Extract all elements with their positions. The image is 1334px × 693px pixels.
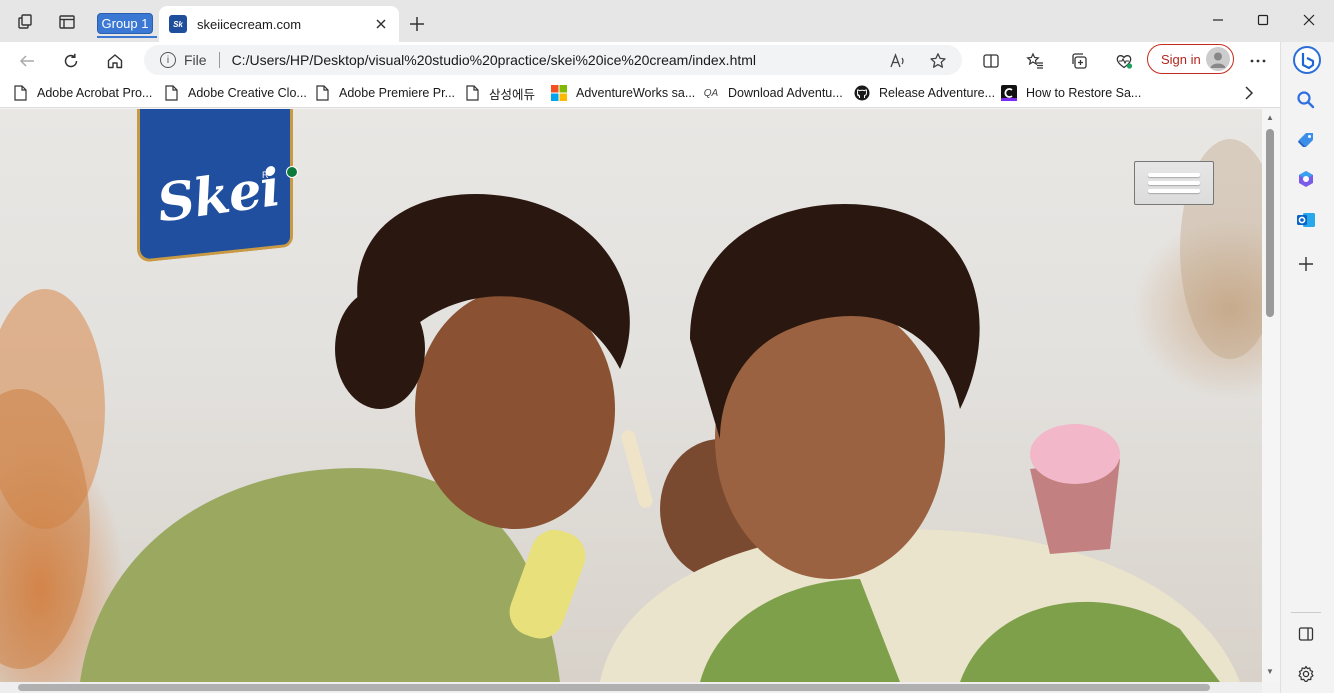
shopping-tag-icon[interactable]	[1294, 128, 1318, 152]
favorite-label: Release Adventure...	[879, 86, 996, 100]
maximize-button[interactable]	[1249, 8, 1277, 32]
tab-group-label: Group 1	[101, 16, 149, 31]
add-sidebar-app-icon[interactable]	[1294, 252, 1318, 276]
favorite-label: How to Restore Sa...	[1026, 86, 1142, 100]
menu-bar-line	[1148, 173, 1200, 177]
favorite-item[interactable]: Release Adventure...	[854, 83, 995, 103]
registered-mark: R	[262, 170, 269, 180]
favorite-item[interactable]: QA Download Adventu...	[703, 83, 843, 103]
favorite-item[interactable]: 삼성에듀	[464, 83, 535, 103]
profile-avatar-icon	[1206, 47, 1230, 71]
page-icon	[314, 85, 330, 101]
vertical-tabs-icon[interactable]	[57, 12, 77, 32]
page-viewport: Skei R	[0, 109, 1262, 682]
edge-sidebar	[1280, 42, 1334, 693]
search-icon[interactable]	[1294, 88, 1318, 112]
home-button[interactable]	[102, 48, 128, 74]
tab-group-underline	[97, 36, 157, 38]
horizontal-scroll-thumb[interactable]	[18, 684, 1210, 691]
favorites-icon[interactable]	[1025, 51, 1045, 71]
favorite-label: Adobe Acrobat Pro...	[37, 86, 153, 100]
menu-bar-line	[1148, 181, 1200, 185]
address-url[interactable]: C:/Users/HP/Desktop/visual%20studio%20pr…	[232, 52, 756, 68]
new-tab-button[interactable]	[405, 12, 429, 36]
github-icon	[854, 85, 870, 101]
scroll-down-arrow-icon[interactable]: ▼	[1266, 667, 1274, 676]
outlook-icon[interactable]	[1294, 208, 1318, 232]
favorite-item[interactable]: How to Restore Sa...	[1001, 83, 1141, 103]
menu-bar-line	[1148, 189, 1200, 193]
close-tab-icon[interactable]	[373, 16, 389, 32]
favorite-item[interactable]: Adobe Premiere Pr...	[314, 83, 455, 103]
active-tab[interactable]: Sk skeiicecream.com	[159, 6, 399, 42]
tab-title: skeiicecream.com	[197, 16, 302, 32]
more-options-icon[interactable]	[1248, 51, 1268, 71]
tab-group-chip[interactable]: Group 1	[97, 13, 153, 34]
title-bar: Group 1 Sk skeiicecream.com	[0, 0, 1334, 42]
vertical-scrollbar[interactable]: ▲ ▼	[1262, 109, 1280, 682]
favorite-item[interactable]: Adobe Acrobat Pro...	[12, 83, 152, 103]
horizontal-scrollbar[interactable]	[0, 682, 1262, 693]
hide-sidebar-icon[interactable]	[1294, 622, 1318, 646]
hamburger-menu-button[interactable]	[1134, 161, 1214, 205]
address-bar[interactable]: i File C:/Users/HP/Desktop/visual%20stud…	[144, 45, 962, 75]
split-screen-icon[interactable]	[981, 51, 1001, 71]
copilot-icon[interactable]	[1292, 45, 1322, 75]
favorite-item[interactable]: AdventureWorks sa...	[551, 83, 695, 103]
workspaces-icon[interactable]	[15, 12, 35, 32]
navigation-toolbar: i File C:/Users/HP/Desktop/visual%20stud…	[0, 42, 1280, 78]
favorite-label: 삼성에듀	[489, 87, 536, 102]
address-separator	[218, 52, 220, 68]
sign-in-button[interactable]: Sign in	[1147, 44, 1234, 74]
vertical-scroll-thumb[interactable]	[1266, 129, 1274, 317]
qa-icon: QA	[703, 87, 719, 99]
favorites-bar: Adobe Acrobat Pro... Adobe Creative Clo.…	[0, 78, 1280, 108]
refresh-button[interactable]	[58, 48, 84, 74]
page-icon	[464, 85, 480, 101]
back-button[interactable]	[14, 48, 40, 74]
c-icon	[1001, 85, 1017, 101]
collections-icon[interactable]	[1069, 51, 1089, 71]
site-favicon: Sk	[169, 15, 187, 33]
favorite-label: Adobe Creative Clo...	[188, 86, 307, 100]
sign-in-label: Sign in	[1161, 51, 1201, 67]
microsoft-icon	[551, 85, 567, 101]
minimize-button[interactable]	[1204, 8, 1232, 32]
favorite-star-icon[interactable]	[928, 51, 948, 71]
page-icon	[12, 85, 28, 101]
favorite-label: Download Adventu...	[728, 86, 843, 100]
favorite-item[interactable]: Adobe Creative Clo...	[163, 83, 307, 103]
browser-essentials-icon[interactable]	[1114, 51, 1134, 71]
scroll-up-arrow-icon[interactable]: ▲	[1266, 113, 1274, 122]
favorites-overflow-chevron-icon[interactable]	[1243, 83, 1255, 103]
address-scheme-label: File	[184, 52, 207, 68]
favorite-label: Adobe Premiere Pr...	[339, 86, 456, 100]
close-window-button[interactable]	[1295, 8, 1323, 32]
sidebar-divider	[1291, 612, 1321, 613]
favorite-label: AdventureWorks sa...	[576, 86, 696, 100]
settings-gear-icon[interactable]	[1294, 662, 1318, 686]
page-icon	[163, 85, 179, 101]
site-info-icon[interactable]: i	[160, 52, 176, 68]
microsoft-365-icon[interactable]	[1294, 167, 1318, 191]
read-aloud-icon[interactable]	[888, 51, 908, 71]
logo-resize-handle[interactable]	[286, 166, 298, 178]
